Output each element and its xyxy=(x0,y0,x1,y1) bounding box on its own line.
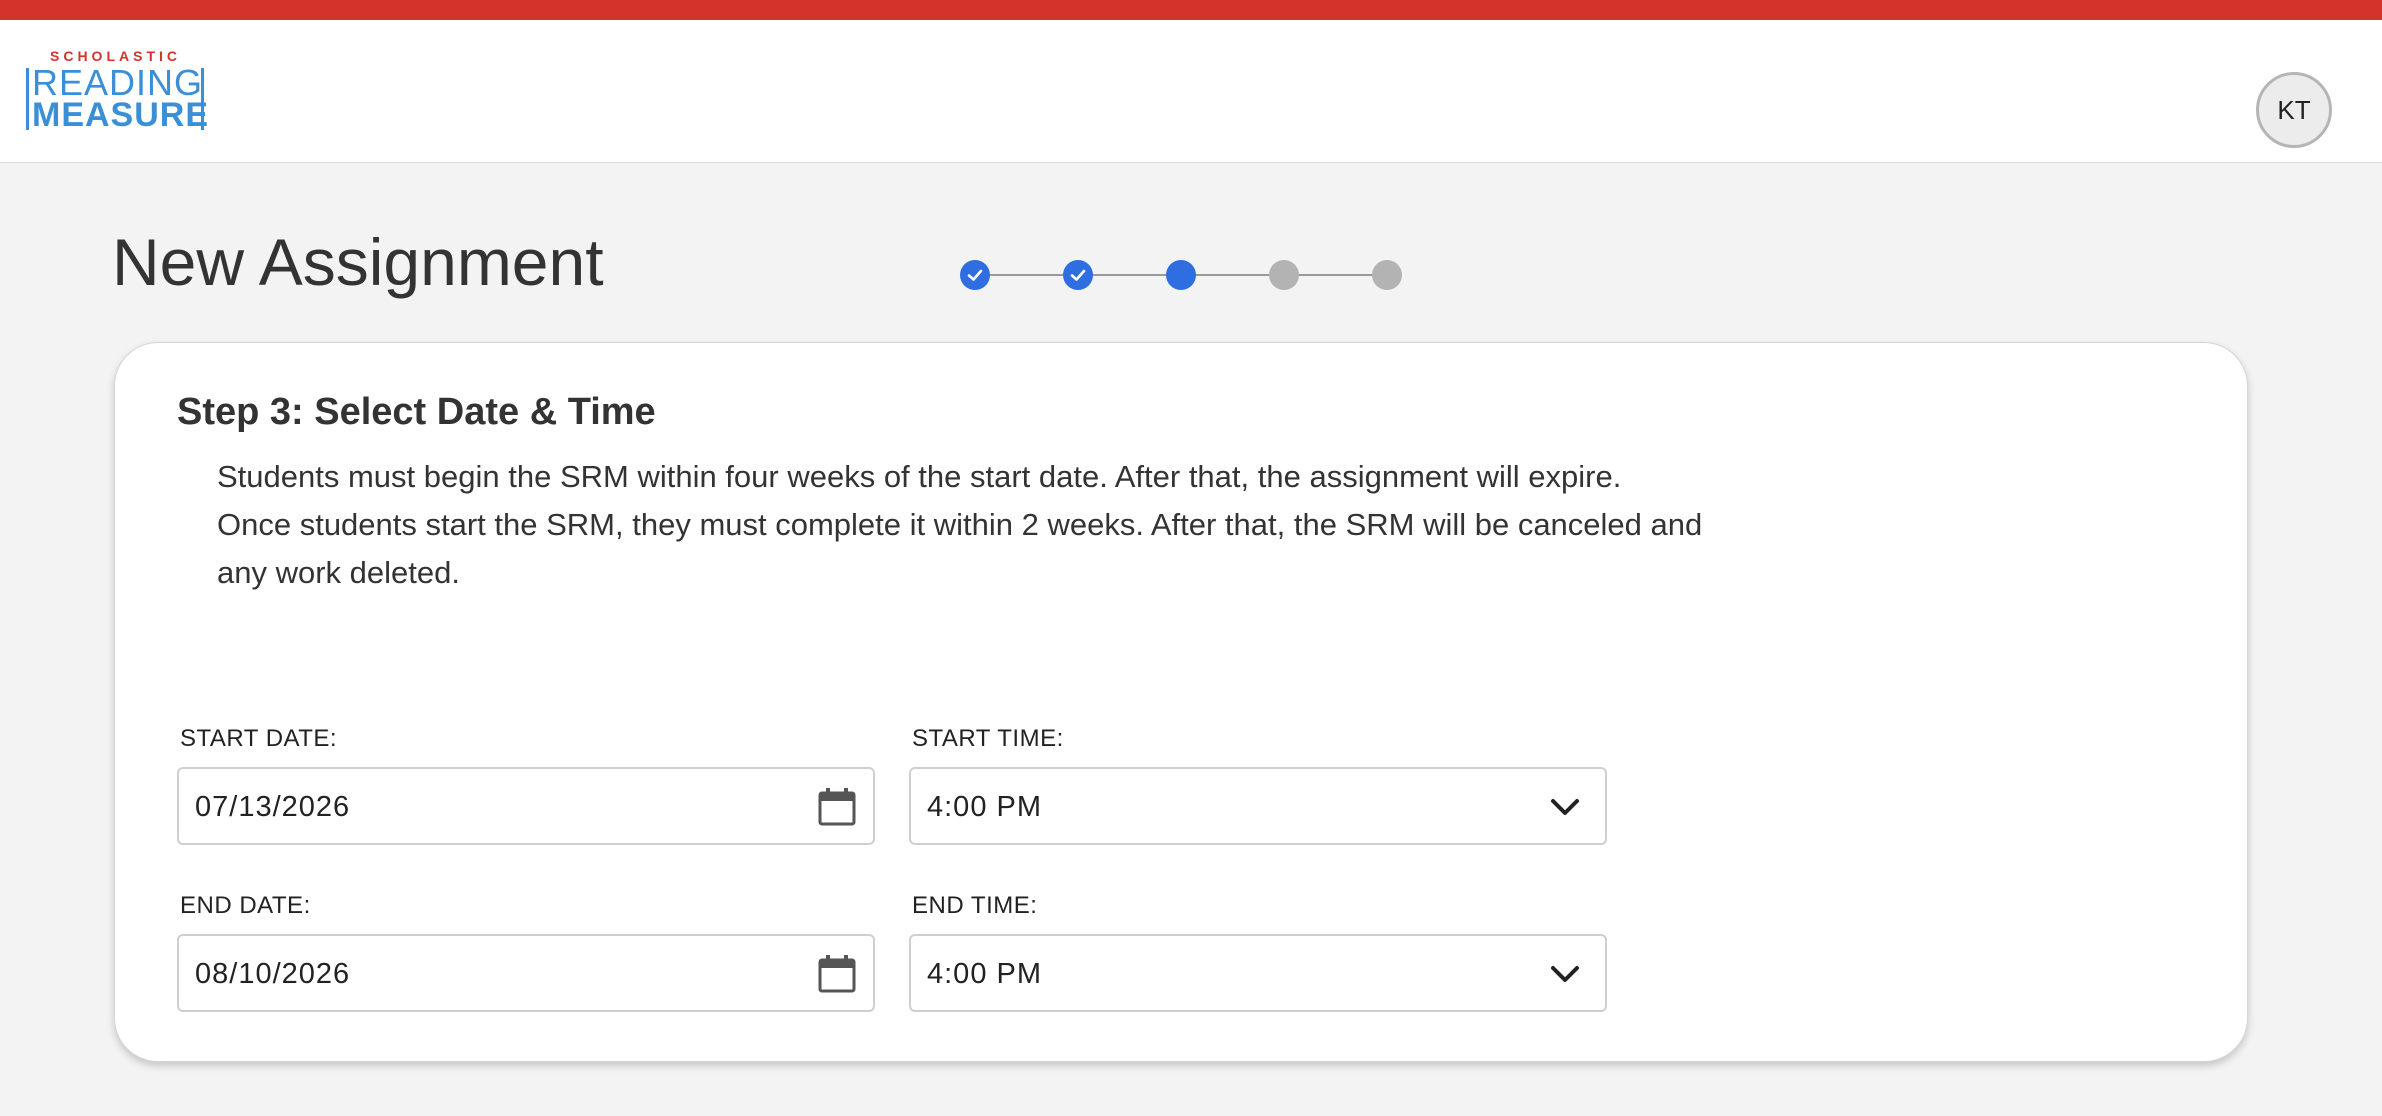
page-title: New Assignment xyxy=(112,225,604,299)
step-5-pending xyxy=(1372,260,1402,290)
user-avatar-button[interactable]: KT xyxy=(2256,72,2332,148)
check-icon xyxy=(967,269,983,281)
top-accent-bar xyxy=(0,0,2382,20)
chevron-down-icon xyxy=(1551,966,1579,982)
end-date-field[interactable]: 08/10/2026 xyxy=(177,934,875,1012)
step-3-current xyxy=(1166,260,1196,290)
end-time-label: END TIME: xyxy=(912,892,1038,919)
end-time-select[interactable]: 4:00 PM xyxy=(909,934,1607,1012)
step-2-complete xyxy=(1063,260,1093,290)
start-date-field[interactable]: 07/13/2026 xyxy=(177,767,875,845)
progress-stepper xyxy=(960,260,1404,290)
instruction-completion-window: Once students start the SRM, they must c… xyxy=(217,507,1703,590)
user-initials: KT xyxy=(2277,94,2311,125)
start-date-value: 07/13/2026 xyxy=(195,791,351,823)
end-date-value: 08/10/2026 xyxy=(195,958,351,990)
instruction-start-window: Students must begin the SRM within four … xyxy=(217,459,1622,494)
calendar-icon[interactable] xyxy=(817,787,857,827)
scholastic-reading-measure-logo[interactable]: SCHOLASTIC READING MEASURE xyxy=(24,48,214,154)
start-time-value: 4:00 PM xyxy=(927,791,1042,823)
app-header: SCHOLASTIC READING MEASURE KT xyxy=(0,20,2382,163)
start-time-label: START TIME: xyxy=(912,725,1064,752)
step-heading: Step 3: Select Date & Time xyxy=(177,391,656,433)
start-date-label: START DATE: xyxy=(180,725,338,752)
chevron-down-icon xyxy=(1551,799,1579,815)
end-time-value: 4:00 PM xyxy=(927,958,1042,990)
step-4-pending xyxy=(1269,260,1299,290)
logo-bar-left xyxy=(26,68,29,130)
end-date-label: END DATE: xyxy=(180,892,311,919)
logo-bar-right xyxy=(201,68,204,130)
step-1-complete xyxy=(960,260,990,290)
start-time-select[interactable]: 4:00 PM xyxy=(909,767,1607,845)
date-time-card: Step 3: Select Date & Time Students must… xyxy=(114,342,2248,1062)
instructions: Students must begin the SRM within four … xyxy=(217,453,1717,597)
check-icon xyxy=(1070,269,1086,281)
calendar-icon[interactable] xyxy=(817,954,857,994)
logo-measure-text: MEASURE xyxy=(32,96,210,134)
